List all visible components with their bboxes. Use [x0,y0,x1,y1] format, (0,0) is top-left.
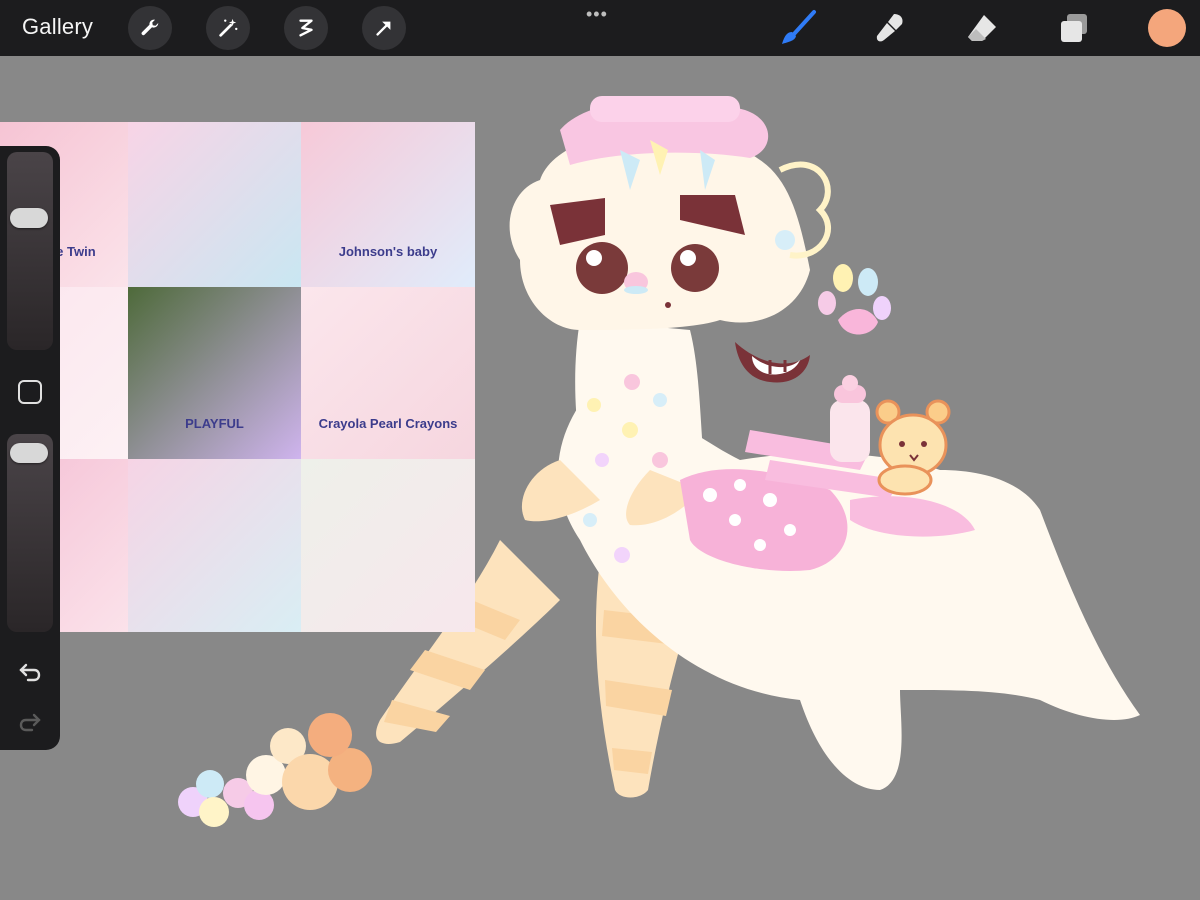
baby-bottle [830,375,870,462]
gallery-button[interactable]: Gallery [22,14,93,40]
undo-icon [19,663,41,682]
collage-tile: Johnson's baby [301,122,475,287]
smudge-icon [876,14,903,42]
rainbow-nose [624,272,648,294]
eye-left [576,242,628,294]
selection-button[interactable] [284,6,328,50]
smudge-tool-button[interactable] [870,8,910,48]
undo-button[interactable] [16,658,44,686]
eraser-icon [968,15,996,41]
brush-size-thumb[interactable] [10,207,48,228]
redo-button[interactable] [16,708,44,736]
layers-button[interactable] [1054,8,1094,48]
collage-tile: PLAYFUL [128,287,301,459]
brush-tool-button[interactable] [778,8,818,48]
mouth-dot [665,302,671,308]
square-icon [18,380,42,404]
adjustments-button[interactable] [206,6,250,50]
modify-button[interactable] [16,378,44,406]
collage-tile-text: Johnson's baby [338,244,438,259]
transform-arrow-icon [376,21,391,36]
magic-wand-icon [219,18,238,37]
collage-tile: Crayola Pearl Crayons [301,287,475,459]
actions-button[interactable] [128,6,172,50]
tail-pompom [178,713,372,827]
layers-icon [1061,14,1087,42]
paw-print [818,264,891,335]
brush-opacity-thumb[interactable] [10,443,48,464]
wrench-icon [141,19,159,36]
collage-tile [301,459,475,632]
collage-tile [128,122,301,287]
transform-button[interactable] [362,6,406,50]
head-bow-band [590,96,740,122]
left-sidebar [0,146,60,750]
brush-size-slider[interactable] [7,152,53,350]
floating-grin [735,342,810,383]
collage-tile [128,459,301,632]
more-options-button[interactable]: ••• [586,4,608,25]
collage-tile-text: Crayola Pearl Crayons [318,416,458,431]
reference-image-collage[interactable]: Little Twin Johnson's baby PLAYFUL Crayola … [0,122,475,632]
eraser-tool-button[interactable] [962,8,1002,48]
brush-icon [782,10,816,44]
redo-icon [19,713,41,732]
top-toolbar: Gallery ••• [0,0,1200,56]
selection-icon [299,19,313,37]
brush-opacity-slider[interactable] [7,434,53,632]
color-picker-button[interactable] [1148,9,1186,47]
collage-tile-text: PLAYFUL [185,416,244,431]
eye-right [671,244,719,292]
